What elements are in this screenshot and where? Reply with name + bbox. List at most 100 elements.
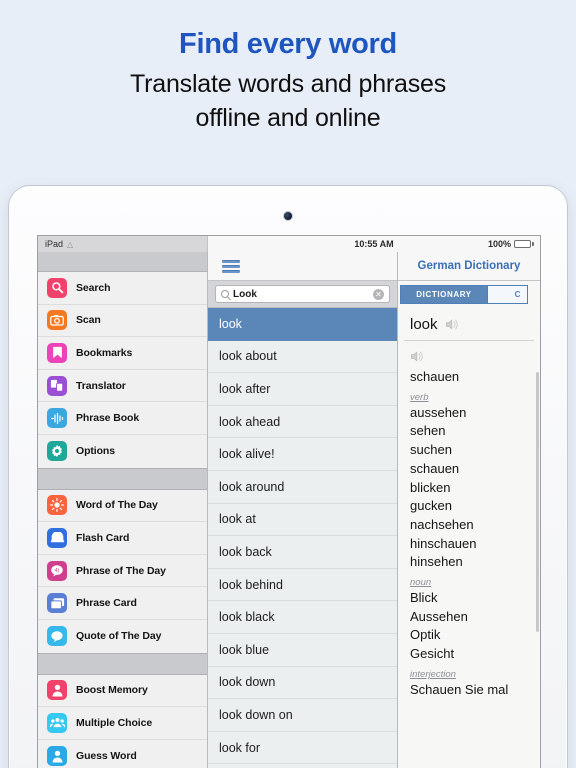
translation-item[interactable]: suchen: [410, 441, 540, 460]
list-item[interactable]: look: [208, 308, 397, 341]
sidebar-item-translator[interactable]: Translator: [38, 370, 207, 403]
translation-item[interactable]: nachsehen: [410, 516, 540, 535]
translation-item[interactable]: Aussehen: [410, 608, 540, 627]
wifi-icon: △: [67, 239, 74, 249]
status-bar: iPad △ 10:55 AM 100%: [38, 236, 540, 252]
sidebar-item-search[interactable]: Search: [38, 272, 207, 305]
status-time: 10:55 AM: [354, 239, 394, 249]
list-item[interactable]: look black: [208, 601, 397, 634]
sidebar-item-phrase-card[interactable]: Phrase Card: [38, 587, 207, 620]
list-item[interactable]: look down: [208, 667, 397, 700]
tab-c[interactable]: C: [488, 285, 528, 304]
translate-icon: [47, 375, 67, 396]
person-icon: [47, 746, 67, 767]
list-item[interactable]: look down on: [208, 699, 397, 732]
sidebar-item-label: Multiple Choice: [76, 716, 153, 729]
definition-body: schauen verb aussehen sehen suchen schauen bl…: [404, 341, 540, 700]
detail-navbar: German Dictionary: [398, 252, 540, 281]
promo-subtitle: Translate words and phrases offline and …: [130, 68, 446, 135]
flashcard-icon: [47, 527, 67, 548]
sidebar-item-label: Scan: [76, 314, 101, 327]
promo-subtitle-line2: offline and online: [195, 103, 381, 132]
translation-item[interactable]: Schauen Sie mal: [410, 681, 540, 700]
part-of-speech-label: interjection: [410, 668, 456, 680]
clear-icon[interactable]: ✕: [373, 288, 384, 300]
sidebar-item-label: Phrase Book: [76, 412, 140, 425]
sidebar-item-word-of-the-day[interactable]: Word of The Day: [38, 490, 207, 523]
promo-screenshot: Find every word Translate words and phra…: [0, 0, 576, 768]
device-screen: iPad △ 10:55 AM 100% SearchScanBookmar: [37, 235, 541, 768]
definition-scrollbar[interactable]: [536, 372, 539, 632]
search-input[interactable]: Look ✕: [215, 285, 390, 303]
list-item[interactable]: look alive!: [208, 438, 397, 471]
card-icon: [47, 593, 67, 614]
sidebar-item-guess-word[interactable]: Guess Word: [38, 740, 207, 768]
sidebar-group-separator: [38, 652, 207, 675]
person-icon: [47, 680, 67, 701]
sidebar-item-label: Translator: [76, 379, 126, 392]
status-bar-left: iPad △: [38, 236, 208, 252]
front-camera: [284, 212, 292, 220]
sidebar-item-scan[interactable]: Scan: [38, 305, 207, 338]
promo-subtitle-line1: Translate words and phrases: [129, 70, 447, 98]
bookmark-icon: [47, 342, 67, 363]
list-navbar: [208, 252, 397, 281]
translation-item[interactable]: gucken: [410, 497, 540, 516]
headword: look: [410, 316, 438, 333]
sidebar-item-label: Phrase of The Day: [76, 564, 166, 577]
headword-row: look: [404, 308, 534, 341]
translation-item[interactable]: hinsehen: [410, 553, 540, 572]
list-item[interactable]: look after: [208, 373, 397, 406]
list-item[interactable]: look behind: [208, 569, 397, 602]
sidebar-item-phrase-of-the-day[interactable]: 4) Phrase of The Day: [38, 555, 207, 588]
sidebar-group: Search Scan Bookmarks Translator Phrase Book…: [38, 272, 207, 468]
sidebar-item-label: Quote of The Day: [76, 630, 162, 643]
translation-item[interactable]: aussehen: [410, 404, 540, 423]
sidebar-item-boost-memory[interactable]: Boost Memory: [38, 675, 207, 708]
list-item[interactable]: look ahead: [208, 406, 397, 439]
segmented-control[interactable]: DICTIONARY C: [398, 285, 540, 304]
part-of-speech-label: verb: [410, 391, 429, 403]
tab-dictionary[interactable]: DICTIONARY: [400, 285, 488, 304]
list-item[interactable]: look for: [208, 732, 397, 765]
sidebar-item-quote-of-the-day[interactable]: Quote of The Day: [38, 620, 207, 653]
speechbubble-icon: 4): [47, 560, 67, 581]
app-body: Search Scan Bookmarks Translator Phrase Book…: [38, 252, 540, 768]
sidebar-item-label: Boost Memory: [76, 684, 148, 697]
translation-item[interactable]: hinschauen: [410, 535, 540, 554]
translation-item[interactable]: Optik: [410, 626, 540, 645]
translation-item[interactable]: schauen: [410, 460, 540, 479]
promo-title: Find every word: [179, 28, 397, 60]
word-list[interactable]: look look about look after look ahead look a…: [208, 308, 397, 768]
sidebar-item-flash-card[interactable]: Flash Card: [38, 522, 207, 555]
list-item[interactable]: look at: [208, 504, 397, 537]
sidebar-item-options[interactable]: Options: [38, 435, 207, 468]
part-of-speech-label: noun: [410, 577, 432, 589]
translation-item[interactable]: Gesicht: [410, 645, 540, 664]
translation-item[interactable]: blicken: [410, 479, 540, 498]
quote-icon: [47, 626, 67, 647]
speaker-icon[interactable]: [445, 318, 460, 331]
list-item[interactable]: look blue: [208, 634, 397, 667]
promo-header: Find every word Translate words and phra…: [0, 0, 576, 180]
definition-pane: German Dictionary DICTIONARY C look scha…: [398, 252, 540, 768]
phrasebook-icon: [47, 408, 67, 429]
people-icon: [47, 712, 67, 733]
battery-icon: [514, 240, 531, 248]
page-title: German Dictionary: [417, 260, 521, 272]
list-item[interactable]: look about: [208, 341, 397, 374]
speaker-icon-primary[interactable]: [410, 350, 425, 363]
device-name-label: iPad: [45, 239, 64, 249]
translation-item[interactable]: Blick: [410, 589, 540, 608]
status-bar-right: 10:55 AM 100%: [208, 236, 540, 252]
sidebar-item-label: Flash Card: [76, 531, 130, 544]
battery-indicator: 100%: [488, 239, 534, 249]
list-item[interactable]: look back: [208, 536, 397, 569]
sidebar-item-phrase-book[interactable]: Phrase Book: [38, 402, 207, 435]
hamburger-icon[interactable]: [222, 259, 240, 273]
sidebar-group: Boost Memory Multiple Choice Guess Word: [38, 674, 207, 768]
sidebar-item-multiple-choice[interactable]: Multiple Choice: [38, 707, 207, 740]
sidebar-item-bookmarks[interactable]: Bookmarks: [38, 337, 207, 370]
translation-item[interactable]: sehen: [410, 422, 540, 441]
list-item[interactable]: look around: [208, 471, 397, 504]
